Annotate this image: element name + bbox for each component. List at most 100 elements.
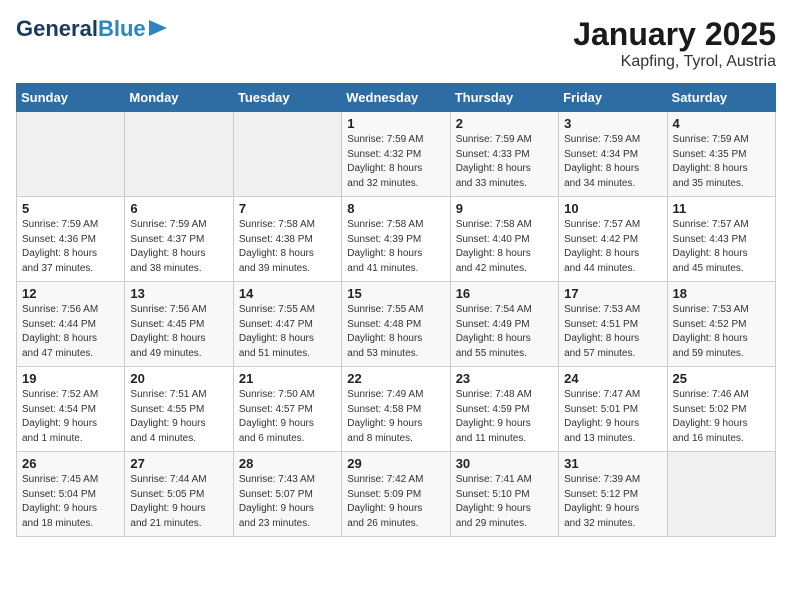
day-number: 8: [347, 201, 444, 216]
title-block: January 2025 Kapfing, Tyrol, Austria: [573, 16, 776, 71]
day-number: 15: [347, 286, 444, 301]
day-info: Sunrise: 7:43 AM Sunset: 5:07 PM Dayligh…: [239, 473, 336, 531]
calendar-cell: 1 Sunrise: 7:59 AM Sunset: 4:32 PM Daylig…: [342, 112, 450, 197]
day-number: 25: [673, 371, 770, 386]
header-monday: Monday: [125, 84, 233, 112]
calendar-cell: 21Sunrise: 7:50 AM Sunset: 4:57 PM Dayli…: [233, 367, 341, 452]
day-number: 20: [130, 371, 227, 386]
calendar-cell: [17, 112, 125, 197]
calendar-cell: 8 Sunrise: 7:58 AM Sunset: 4:39 PM Daylig…: [342, 197, 450, 282]
calendar-week-row: 5 Sunrise: 7:59 AM Sunset: 4:36 PM Daylig…: [17, 197, 776, 282]
day-number: 5: [22, 201, 119, 216]
calendar-cell: 11 Sunrise: 7:57 AM Sunset: 4:43 PM Dayli…: [667, 197, 775, 282]
calendar-cell: 6 Sunrise: 7:59 AM Sunset: 4:37 PM Daylig…: [125, 197, 233, 282]
logo: GeneralBlue: [16, 16, 167, 42]
day-info: Sunrise: 7:46 AM Sunset: 5:02 PM Dayligh…: [673, 388, 770, 446]
day-number: 6: [130, 201, 227, 216]
day-number: 28: [239, 456, 336, 471]
calendar-cell: 19 Sunrise: 7:52 AM Sunset: 4:54 PM Dayli…: [17, 367, 125, 452]
day-info: Sunrise: 7:59 AM Sunset: 4:35 PM Dayligh…: [673, 133, 770, 191]
day-number: 19: [22, 371, 119, 386]
day-info: Sunrise: 7:57 AM Sunset: 4:42 PM Dayligh…: [564, 218, 661, 276]
calendar-cell: 28 Sunrise: 7:43 AM Sunset: 5:07 PM Dayli…: [233, 452, 341, 537]
calendar-cell: 17Sunrise: 7:53 AM Sunset: 4:51 PM Dayli…: [559, 282, 667, 367]
day-info: Sunrise: 7:58 AM Sunset: 4:39 PM Dayligh…: [347, 218, 444, 276]
day-info: Sunrise: 7:57 AM Sunset: 4:43 PM Dayligh…: [673, 218, 770, 276]
header-thursday: Thursday: [450, 84, 558, 112]
day-info: Sunrise: 7:58 AM Sunset: 4:40 PM Dayligh…: [456, 218, 553, 276]
header-friday: Friday: [559, 84, 667, 112]
calendar-week-row: 19 Sunrise: 7:52 AM Sunset: 4:54 PM Dayli…: [17, 367, 776, 452]
day-number: 2: [456, 116, 553, 131]
calendar-header-row: SundayMondayTuesdayWednesdayThursdayFrid…: [17, 84, 776, 112]
day-info: Sunrise: 7:52 AM Sunset: 4:54 PM Dayligh…: [22, 388, 119, 446]
calendar-cell: 9 Sunrise: 7:58 AM Sunset: 4:40 PM Daylig…: [450, 197, 558, 282]
day-number: 26: [22, 456, 119, 471]
calendar-cell: 16Sunrise: 7:54 AM Sunset: 4:49 PM Dayli…: [450, 282, 558, 367]
day-info: Sunrise: 7:59 AM Sunset: 4:37 PM Dayligh…: [130, 218, 227, 276]
day-info: Sunrise: 7:56 AM Sunset: 4:45 PM Dayligh…: [130, 303, 227, 361]
day-number: 3: [564, 116, 661, 131]
day-info: Sunrise: 7:44 AM Sunset: 5:05 PM Dayligh…: [130, 473, 227, 531]
day-info: Sunrise: 7:59 AM Sunset: 4:36 PM Dayligh…: [22, 218, 119, 276]
calendar-cell: [667, 452, 775, 537]
day-info: Sunrise: 7:58 AM Sunset: 4:38 PM Dayligh…: [239, 218, 336, 276]
day-number: 13: [130, 286, 227, 301]
logo-blue: Blue: [98, 16, 146, 42]
calendar-cell: 7Sunrise: 7:58 AM Sunset: 4:38 PM Daylig…: [233, 197, 341, 282]
day-number: 4: [673, 116, 770, 131]
day-number: 18: [673, 286, 770, 301]
calendar-cell: 25 Sunrise: 7:46 AM Sunset: 5:02 PM Dayli…: [667, 367, 775, 452]
day-info: Sunrise: 7:47 AM Sunset: 5:01 PM Dayligh…: [564, 388, 661, 446]
calendar-cell: 15Sunrise: 7:55 AM Sunset: 4:48 PM Dayli…: [342, 282, 450, 367]
calendar-week-row: 1 Sunrise: 7:59 AM Sunset: 4:32 PM Daylig…: [17, 112, 776, 197]
day-info: Sunrise: 7:59 AM Sunset: 4:32 PM Dayligh…: [347, 133, 444, 191]
day-info: Sunrise: 7:45 AM Sunset: 5:04 PM Dayligh…: [22, 473, 119, 531]
calendar-cell: 13 Sunrise: 7:56 AM Sunset: 4:45 PM Dayli…: [125, 282, 233, 367]
day-number: 10: [564, 201, 661, 216]
day-number: 29: [347, 456, 444, 471]
day-info: Sunrise: 7:49 AM Sunset: 4:58 PM Dayligh…: [347, 388, 444, 446]
day-number: 11: [673, 201, 770, 216]
calendar-cell: 22 Sunrise: 7:49 AM Sunset: 4:58 PM Dayli…: [342, 367, 450, 452]
header-saturday: Saturday: [667, 84, 775, 112]
day-info: Sunrise: 7:41 AM Sunset: 5:10 PM Dayligh…: [456, 473, 553, 531]
day-number: 12: [22, 286, 119, 301]
calendar-cell: 3Sunrise: 7:59 AM Sunset: 4:34 PM Daylig…: [559, 112, 667, 197]
day-number: 27: [130, 456, 227, 471]
calendar-cell: 31 Sunrise: 7:39 AM Sunset: 5:12 PM Dayli…: [559, 452, 667, 537]
day-number: 9: [456, 201, 553, 216]
month-year-title: January 2025: [573, 16, 776, 53]
header-tuesday: Tuesday: [233, 84, 341, 112]
day-number: 30: [456, 456, 553, 471]
day-info: Sunrise: 7:42 AM Sunset: 5:09 PM Dayligh…: [347, 473, 444, 531]
day-number: 1: [347, 116, 444, 131]
day-number: 24: [564, 371, 661, 386]
calendar-cell: 20 Sunrise: 7:51 AM Sunset: 4:55 PM Dayli…: [125, 367, 233, 452]
calendar-cell: 14Sunrise: 7:55 AM Sunset: 4:47 PM Dayli…: [233, 282, 341, 367]
calendar-cell: 2 Sunrise: 7:59 AM Sunset: 4:33 PM Daylig…: [450, 112, 558, 197]
header-wednesday: Wednesday: [342, 84, 450, 112]
calendar-cell: [233, 112, 341, 197]
day-info: Sunrise: 7:39 AM Sunset: 5:12 PM Dayligh…: [564, 473, 661, 531]
logo-general: General: [16, 16, 98, 42]
calendar-cell: 12 Sunrise: 7:56 AM Sunset: 4:44 PM Dayli…: [17, 282, 125, 367]
day-info: Sunrise: 7:54 AM Sunset: 4:49 PM Dayligh…: [456, 303, 553, 361]
day-number: 14: [239, 286, 336, 301]
day-info: Sunrise: 7:53 AM Sunset: 4:52 PM Dayligh…: [673, 303, 770, 361]
calendar-week-row: 12 Sunrise: 7:56 AM Sunset: 4:44 PM Dayli…: [17, 282, 776, 367]
header-sunday: Sunday: [17, 84, 125, 112]
day-info: Sunrise: 7:51 AM Sunset: 4:55 PM Dayligh…: [130, 388, 227, 446]
day-info: Sunrise: 7:56 AM Sunset: 4:44 PM Dayligh…: [22, 303, 119, 361]
calendar-cell: 24 Sunrise: 7:47 AM Sunset: 5:01 PM Dayli…: [559, 367, 667, 452]
day-info: Sunrise: 7:59 AM Sunset: 4:33 PM Dayligh…: [456, 133, 553, 191]
day-number: 17: [564, 286, 661, 301]
day-number: 31: [564, 456, 661, 471]
calendar-cell: 26 Sunrise: 7:45 AM Sunset: 5:04 PM Dayli…: [17, 452, 125, 537]
location-subtitle: Kapfing, Tyrol, Austria: [573, 53, 776, 71]
day-number: 22: [347, 371, 444, 386]
calendar-cell: 5 Sunrise: 7:59 AM Sunset: 4:36 PM Daylig…: [17, 197, 125, 282]
calendar-cell: 29 Sunrise: 7:42 AM Sunset: 5:09 PM Dayli…: [342, 452, 450, 537]
page-header: GeneralBlue January 2025 Kapfing, Tyrol,…: [16, 16, 776, 71]
calendar-week-row: 26 Sunrise: 7:45 AM Sunset: 5:04 PM Dayli…: [17, 452, 776, 537]
